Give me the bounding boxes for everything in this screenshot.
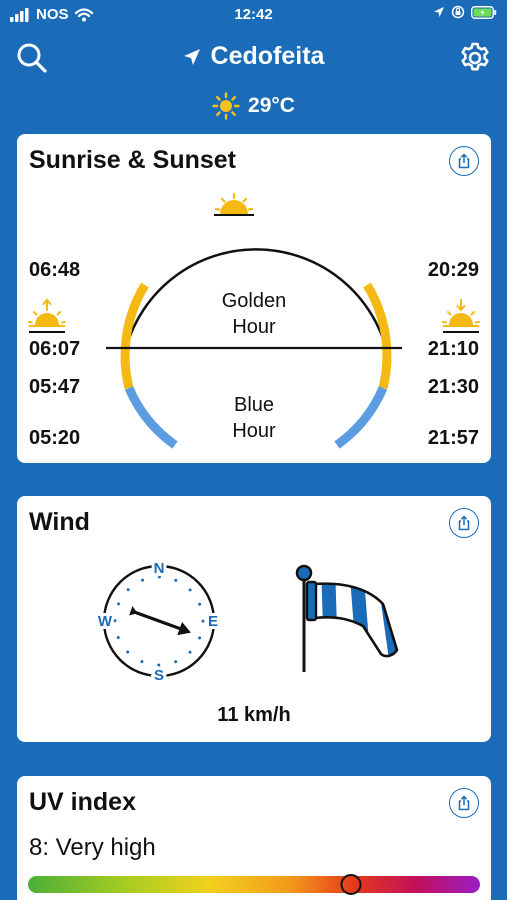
uv-index-card: UV index 8: Very high xyxy=(17,776,491,900)
location-title[interactable]: Cedofeita xyxy=(0,42,507,71)
temperature: 29°C xyxy=(248,94,295,117)
share-button[interactable] xyxy=(449,508,479,538)
compass-e-label: E xyxy=(208,613,218,630)
battery-icon xyxy=(471,5,497,19)
sunrise-time: 06:07 xyxy=(29,338,81,360)
golden-hour-line-2: Hour xyxy=(232,316,276,338)
windsock-icon xyxy=(295,564,399,672)
compass-w-label: W xyxy=(98,613,113,630)
time-left-1: 06:48 xyxy=(29,259,81,281)
app-header: Cedofeita xyxy=(0,36,507,80)
card-title: Wind xyxy=(29,508,90,536)
wind-speed: 11 km/h xyxy=(217,704,291,726)
sunset-time: 21:10 xyxy=(427,338,479,360)
blue-hour-line-1: Blue xyxy=(233,394,275,416)
rotation-lock-icon xyxy=(451,5,465,19)
status-time: 12:42 xyxy=(234,6,273,23)
gear-icon xyxy=(461,42,489,71)
compass-n-label: N xyxy=(154,560,165,577)
uv-level-marker xyxy=(340,874,362,895)
blue-hour-label: Blue Hour xyxy=(17,392,491,444)
uv-scale-bar xyxy=(28,874,480,895)
golden-hour-line-1: Golden xyxy=(221,290,287,312)
card-title: UV index xyxy=(29,788,136,816)
share-button[interactable] xyxy=(449,788,479,818)
blue-hour-line-2: Hour xyxy=(232,420,276,442)
wind-card: Wind N S W E 11 km/h xyxy=(17,496,491,742)
uv-value-label: 8: Very high xyxy=(29,834,156,861)
location-name: Cedofeita xyxy=(210,42,325,70)
sunrise-sunset-card: Sunrise & Sunset 06:48 06:07 05:47 05:20… xyxy=(17,134,491,463)
share-icon xyxy=(458,795,470,811)
golden-hour-label: Golden Hour xyxy=(17,288,491,340)
sun-icon xyxy=(212,92,240,120)
compass-s-label: S xyxy=(154,667,164,684)
solar-noon-sun-icon xyxy=(214,192,254,216)
wind-compass: N S W E xyxy=(95,557,221,687)
wind-direction-arrow xyxy=(129,606,191,636)
location-services-icon xyxy=(434,7,444,17)
time-right-1: 20:29 xyxy=(427,259,479,281)
current-weather: 29°C xyxy=(0,92,507,120)
settings-button[interactable] xyxy=(455,38,495,78)
status-right xyxy=(433,5,497,19)
status-bar: NOS 12:42 xyxy=(0,0,507,30)
share-icon xyxy=(458,515,470,531)
location-arrow-icon xyxy=(183,48,200,65)
